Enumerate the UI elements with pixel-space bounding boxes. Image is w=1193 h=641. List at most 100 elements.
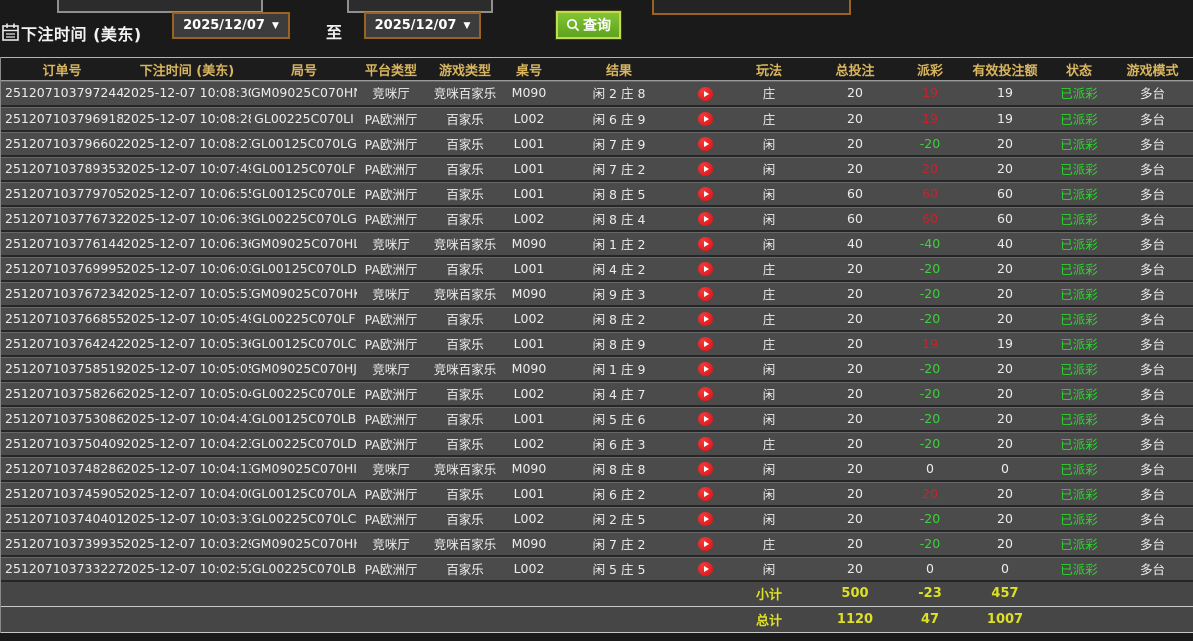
cell-play: 闲 bbox=[725, 155, 813, 182]
replay-video-icon[interactable] bbox=[697, 561, 713, 576]
replay-video-icon[interactable] bbox=[697, 361, 713, 376]
cell-round: GL00125C070LB bbox=[251, 405, 357, 432]
date-to-value: 2025/12/07 bbox=[374, 18, 457, 33]
cell-round: GM09025C070HH bbox=[251, 530, 357, 557]
cell-game: 百家乐 bbox=[425, 480, 505, 507]
cell-order: 251207103758266 bbox=[1, 380, 123, 407]
replay-video-icon[interactable] bbox=[697, 286, 713, 301]
cell-platform: PA欧洲厅 bbox=[357, 255, 425, 282]
replay-video-icon[interactable] bbox=[697, 411, 713, 426]
empty-cell bbox=[425, 580, 505, 607]
query-button[interactable]: 查询 bbox=[555, 10, 622, 40]
cell-platform: 竞咪厅 bbox=[357, 355, 425, 382]
cell-round: GL00125C070LF bbox=[251, 155, 357, 182]
cell-game: 百家乐 bbox=[425, 330, 505, 357]
cell-round: GL00125C070LG bbox=[251, 130, 357, 157]
cell-mode: 多台 bbox=[1111, 430, 1193, 457]
cell-play: 庄 bbox=[725, 105, 813, 132]
cell-result: 闲 8 庄 8 bbox=[553, 455, 685, 482]
date-from-value: 2025/12/07 bbox=[183, 18, 265, 33]
cell-valid_bet: 20 bbox=[963, 305, 1047, 332]
cell-result: 闲 4 庄 2 bbox=[553, 255, 685, 282]
cell-time: 2025-12-07 10:04:23 bbox=[123, 430, 251, 457]
cell-play: 庄 bbox=[725, 80, 813, 107]
cell-valid_bet: 20 bbox=[963, 480, 1047, 507]
cell-order: 251207103748286 bbox=[1, 455, 123, 482]
cell-total_bet: 20 bbox=[813, 105, 897, 132]
column-header-7 bbox=[685, 57, 725, 81]
cell-table_no: L002 bbox=[505, 105, 553, 132]
date-from-select[interactable]: 2025/12/07 ▼ bbox=[172, 12, 290, 39]
bet-time-label: 下注时间 (美东) bbox=[21, 25, 142, 44]
empty-cell bbox=[505, 606, 553, 633]
subtotal-row: 小计 500 -23 457 bbox=[1, 580, 1193, 607]
cell-round: GL00225C070LI bbox=[251, 105, 357, 132]
cell-order: 251207103764242 bbox=[1, 330, 123, 357]
cell-total_bet: 20 bbox=[813, 305, 897, 332]
cell-video bbox=[685, 505, 725, 532]
cell-valid_bet: 20 bbox=[963, 505, 1047, 532]
replay-video-icon[interactable] bbox=[697, 461, 713, 476]
replay-video-icon[interactable] bbox=[697, 211, 713, 226]
table-row: 251207103797244 2025-12-07 10:08:30 GM0902… bbox=[1, 80, 1193, 107]
cell-result: 闲 5 庄 5 bbox=[553, 555, 685, 582]
cell-status: 已派彩 bbox=[1047, 130, 1111, 157]
replay-video-icon[interactable] bbox=[697, 236, 713, 251]
cell-status: 已派彩 bbox=[1047, 555, 1111, 582]
cell-mode: 多台 bbox=[1111, 130, 1193, 157]
replay-video-icon[interactable] bbox=[697, 136, 713, 151]
cell-round: GL00125C070LA bbox=[251, 480, 357, 507]
cell-mode: 多台 bbox=[1111, 480, 1193, 507]
cell-platform: PA欧洲厅 bbox=[357, 180, 425, 207]
cell-platform: PA欧洲厅 bbox=[357, 430, 425, 457]
cell-round: GM09025C070HL bbox=[251, 230, 357, 257]
replay-video-icon[interactable] bbox=[697, 511, 713, 526]
cell-status: 已派彩 bbox=[1047, 380, 1111, 407]
replay-video-icon[interactable] bbox=[697, 436, 713, 451]
cell-mode: 多台 bbox=[1111, 205, 1193, 232]
table-row: 251207103745905 2025-12-07 10:04:00 GL0012… bbox=[1, 480, 1193, 507]
cell-play: 庄 bbox=[725, 430, 813, 457]
empty-cell bbox=[685, 580, 725, 607]
replay-video-icon[interactable] bbox=[697, 311, 713, 326]
replay-video-icon[interactable] bbox=[697, 386, 713, 401]
cell-round: GL00125C070LE bbox=[251, 180, 357, 207]
cell-result: 闲 6 庄 3 bbox=[553, 430, 685, 457]
cell-payout: 0 bbox=[897, 555, 963, 582]
replay-video-icon[interactable] bbox=[697, 186, 713, 201]
top-input-box-3[interactable] bbox=[652, 0, 851, 15]
empty-cell bbox=[425, 606, 505, 633]
cell-video bbox=[685, 280, 725, 307]
cell-play: 闲 bbox=[725, 380, 813, 407]
cell-valid_bet: 19 bbox=[963, 105, 1047, 132]
cell-round: GL00225C070LB bbox=[251, 555, 357, 582]
replay-video-icon[interactable] bbox=[697, 86, 713, 101]
cell-total_bet: 20 bbox=[813, 80, 897, 107]
replay-video-icon[interactable] bbox=[697, 161, 713, 176]
cell-round: GM09025C070HK bbox=[251, 280, 357, 307]
date-to-select[interactable]: 2025/12/07 ▼ bbox=[364, 12, 481, 39]
cell-time: 2025-12-07 10:05:05 bbox=[123, 355, 251, 382]
replay-video-icon[interactable] bbox=[697, 261, 713, 276]
cell-video bbox=[685, 480, 725, 507]
cell-video bbox=[685, 380, 725, 407]
cell-order: 251207103758519 bbox=[1, 355, 123, 382]
cell-time: 2025-12-07 10:04:13 bbox=[123, 455, 251, 482]
replay-video-icon[interactable] bbox=[697, 486, 713, 501]
cell-order: 251207103767234 bbox=[1, 280, 123, 307]
cell-round: GL00125C070LD bbox=[251, 255, 357, 282]
cell-mode: 多台 bbox=[1111, 230, 1193, 257]
replay-video-icon[interactable] bbox=[697, 111, 713, 126]
cell-time: 2025-12-07 10:07:49 bbox=[123, 155, 251, 182]
cell-total_bet: 20 bbox=[813, 455, 897, 482]
table-row: 251207103753086 2025-12-07 10:04:41 GL0012… bbox=[1, 405, 1193, 432]
cell-total_bet: 20 bbox=[813, 280, 897, 307]
empty-cell bbox=[1047, 580, 1111, 607]
cell-platform: PA欧洲厅 bbox=[357, 130, 425, 157]
cell-platform: 竞咪厅 bbox=[357, 530, 425, 557]
replay-video-icon[interactable] bbox=[697, 336, 713, 351]
replay-video-icon[interactable] bbox=[697, 536, 713, 551]
grand-total-label: 总计 bbox=[725, 606, 813, 633]
cell-order: 251207103750409 bbox=[1, 430, 123, 457]
cell-valid_bet: 0 bbox=[963, 455, 1047, 482]
